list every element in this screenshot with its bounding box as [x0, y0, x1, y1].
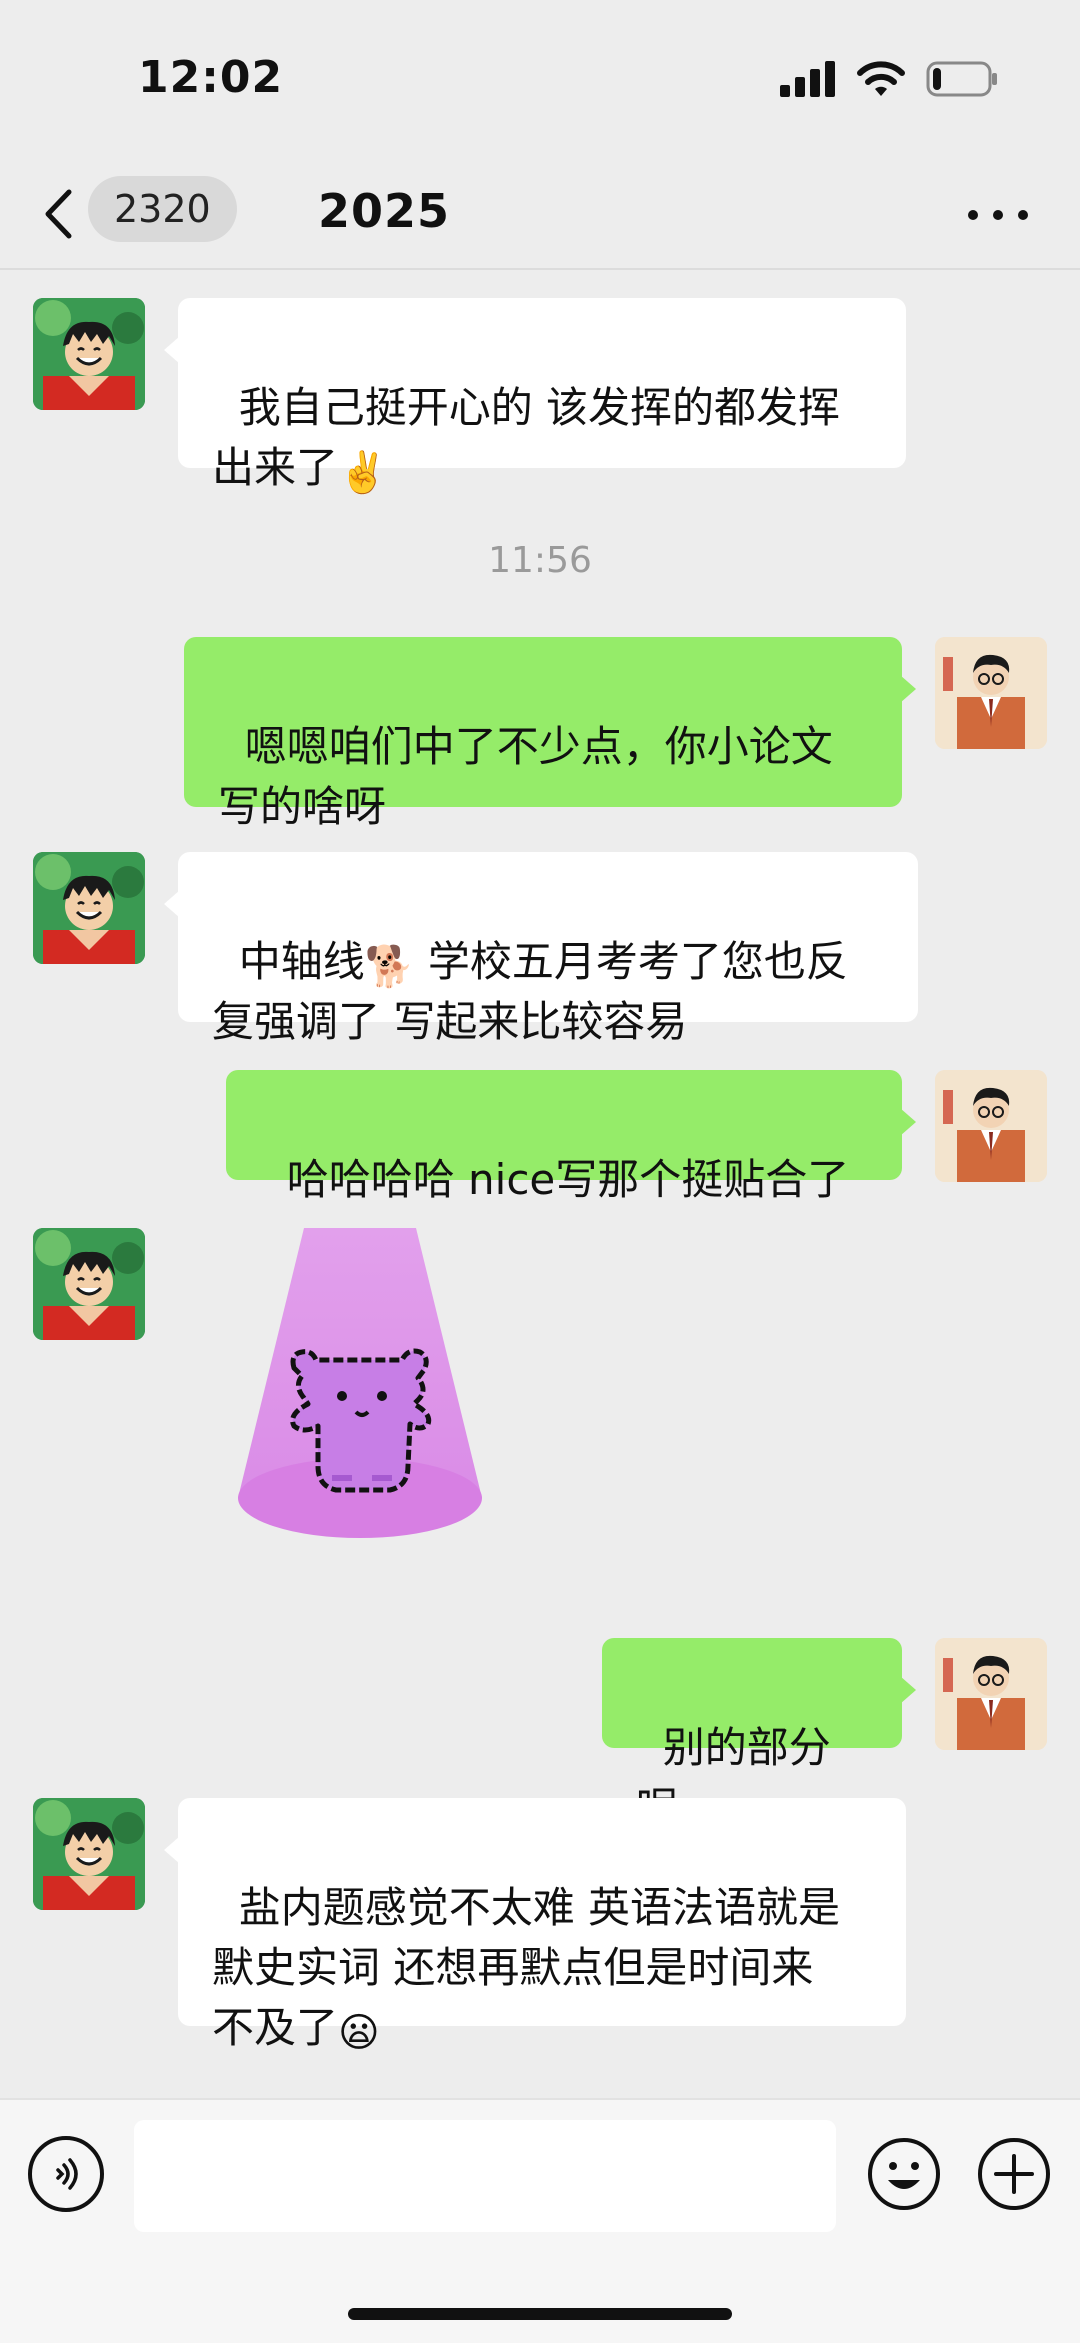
- status-bar: 12:02: [0, 0, 1080, 160]
- avatar-image: [935, 637, 1047, 749]
- message-bubble-incoming[interactable]: 中轴线🐕 学校五月考考了您也反 复强调了 写起来比较容易: [164, 852, 918, 1046]
- emoji-button[interactable]: [866, 2136, 942, 2212]
- avatar-self[interactable]: [935, 1638, 1047, 1750]
- message-timestamp: 11:56: [488, 540, 592, 581]
- chat-title: 2025: [318, 184, 451, 238]
- avatar-self[interactable]: [935, 1070, 1047, 1182]
- message-text: 中轴线: [238, 937, 365, 986]
- signal-icon: [780, 61, 835, 97]
- message-bubble-outgoing[interactable]: 别的部分呢: [602, 1638, 916, 1832]
- plus-icon: [978, 2138, 1050, 2210]
- message-input-bar: [0, 2098, 1080, 2343]
- avatar-contact[interactable]: [33, 1228, 145, 1340]
- status-time: 12:02: [138, 52, 284, 103]
- message-bubble-outgoing[interactable]: 嗯嗯咱们中了不少点，你小论文 写的啥呀: [184, 637, 916, 831]
- message-bubble-incoming[interactable]: 我自己挺开心的 该发挥的都发挥 出来了✌️: [164, 298, 906, 493]
- avatar-image: [33, 852, 145, 964]
- victory-hand-emoji: ✌️: [338, 450, 388, 496]
- doge-emoji: 🐕: [364, 944, 415, 990]
- voice-button[interactable]: [28, 2136, 104, 2212]
- message-bubble-outgoing[interactable]: 哈哈哈哈 nice写那个挺贴合了: [226, 1070, 916, 1204]
- avatar-image: [33, 298, 145, 410]
- battery-icon: [926, 61, 997, 97]
- message-text: 哈哈哈哈 nice写那个挺贴合了: [286, 1155, 850, 1204]
- message-text: 我自己挺开心的 该发挥的都发挥 出来了: [212, 383, 841, 492]
- back-button[interactable]: [40, 184, 76, 244]
- status-icons: [780, 60, 1000, 98]
- chevron-left-icon: [45, 189, 72, 239]
- voice-icon: [56, 2158, 78, 2190]
- wifi-icon: [857, 61, 905, 96]
- avatar-contact[interactable]: [33, 298, 145, 410]
- emoji-icon: [868, 2138, 940, 2210]
- frowning-face-emoji: 😦: [338, 2010, 380, 2056]
- message-bubble-incoming[interactable]: 盐内题感觉不太难 英语法语就是 默史实词 还想再默点但是时间来 不及了😦: [164, 1798, 906, 2053]
- avatar-image: [33, 1798, 145, 1910]
- avatar-contact[interactable]: [33, 1798, 145, 1910]
- sticker-image: [238, 1228, 482, 1538]
- more-button[interactable]: [968, 200, 1028, 230]
- message-input[interactable]: [134, 2120, 836, 2232]
- avatar-image: [33, 1228, 145, 1340]
- more-icon: [968, 210, 978, 220]
- home-indicator[interactable]: [348, 2308, 732, 2320]
- avatar-self[interactable]: [935, 637, 1047, 749]
- avatar-image: [935, 1070, 1047, 1182]
- message-text: 嗯嗯咱们中了不少点，你小论文 写的啥呀: [218, 722, 833, 831]
- unread-count-badge[interactable]: 2320: [88, 176, 237, 242]
- purple-bear-sticker[interactable]: [232, 1228, 488, 1540]
- avatar-contact[interactable]: [33, 852, 145, 964]
- chat-header: 2320 2025: [0, 160, 1080, 392]
- avatar-image: [935, 1638, 1047, 1750]
- message-text: 盐内题感觉不太难 英语法语就是 默史实词 还想再默点但是时间来 不及了: [212, 1883, 841, 2052]
- plus-button[interactable]: [976, 2136, 1052, 2212]
